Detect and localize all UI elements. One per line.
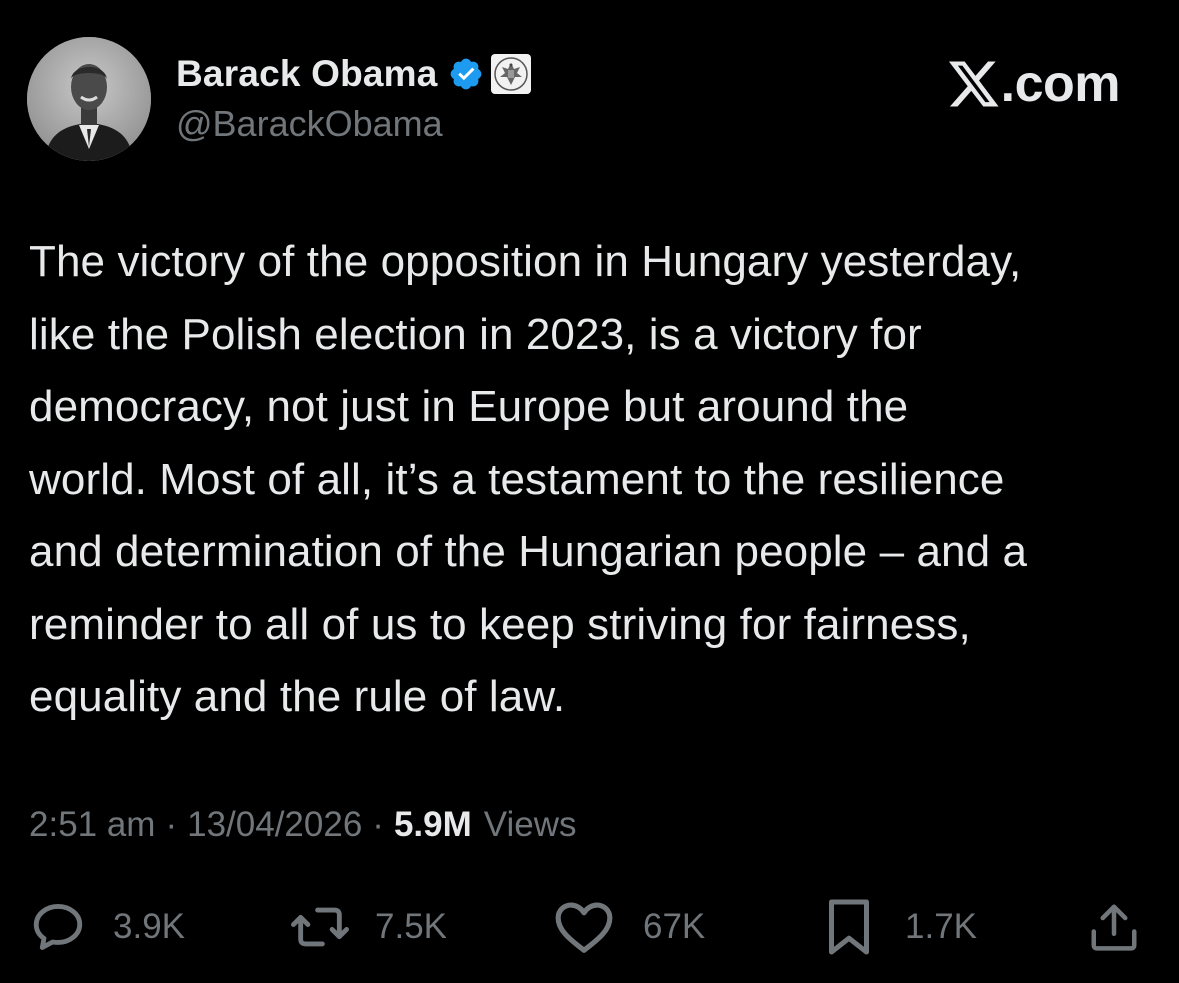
display-name[interactable]: Barack Obama [176, 53, 438, 95]
share-icon [1087, 898, 1141, 956]
views-count[interactable]: 5.9M [394, 805, 472, 845]
avatar[interactable] [27, 37, 151, 161]
tweet-meta: 2:51 am · 13/04/2026 · 5.9M Views [29, 805, 577, 845]
repost-button[interactable]: 7.5K [287, 895, 447, 959]
brand-text: .com [1000, 55, 1121, 113]
bookmark-button[interactable]: 1.7K [823, 895, 977, 959]
profile-photo-icon [27, 37, 151, 161]
name-row: Barack Obama [176, 51, 532, 97]
like-button[interactable]: 67K [553, 895, 705, 959]
reply-icon [29, 898, 87, 956]
action-bar: 3.9K 7.5K 67K 1.7K [29, 895, 1144, 959]
meta-separator: · [165, 805, 178, 844]
share-button[interactable] [1087, 895, 1141, 959]
tweet-text: The victory of the opposition in Hungary… [29, 237, 1028, 721]
brand-watermark: .com [947, 51, 1121, 117]
repost-icon [287, 898, 353, 956]
bookmark-count: 1.7K [905, 907, 977, 946]
reply-count: 3.9K [113, 907, 185, 946]
reply-button[interactable]: 3.9K [29, 895, 185, 959]
meta-separator: · [372, 805, 384, 844]
repost-count: 7.5K [375, 907, 447, 946]
like-count: 67K [643, 907, 706, 946]
author-block: Barack Obama @BarackObama [176, 51, 532, 145]
views-label: Views [483, 805, 577, 844]
bookmark-icon [823, 897, 875, 957]
tweet-date[interactable]: 13/04/2026 [187, 805, 362, 845]
tweet-header: Barack Obama @BarackObama .com [27, 37, 1152, 163]
author-handle[interactable]: @BarackObama [176, 103, 532, 145]
like-icon [553, 898, 615, 956]
x-logo-icon [947, 59, 1001, 109]
tweet-time[interactable]: 2:51 am [29, 805, 155, 845]
government-seal-icon[interactable] [490, 53, 532, 95]
verified-badge-icon[interactable] [448, 56, 484, 92]
